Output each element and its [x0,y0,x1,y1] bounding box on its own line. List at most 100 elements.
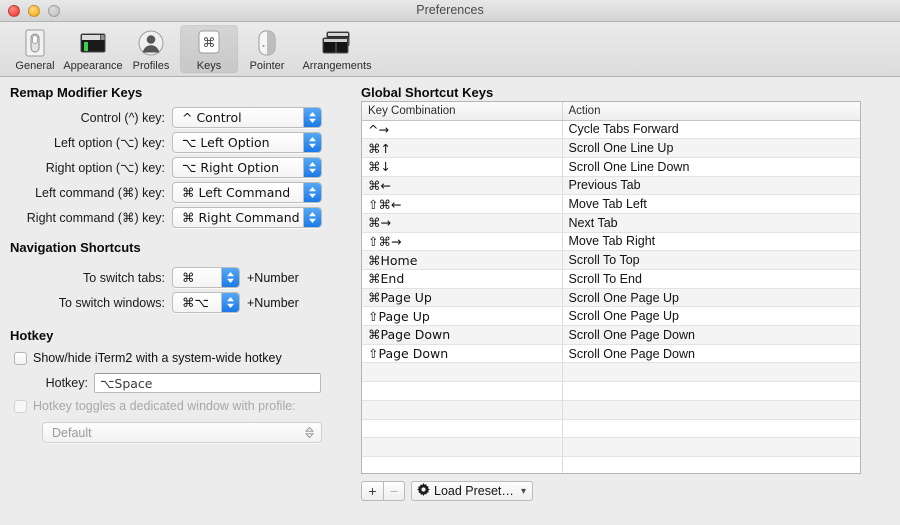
table-row[interactable]: ⌘↑Scroll One Line Up [362,139,860,158]
show-hide-hotkey-checkbox[interactable] [14,352,27,365]
table-row[interactable]: ⌘↓Scroll One Line Down [362,157,860,176]
switch-windows-label: To switch windows: [0,296,165,310]
chevron-updown-icon [221,293,239,312]
cell-key-combination: ⇧Page Down [362,344,562,363]
table-row[interactable]: ⌘HomeScroll To Top [362,251,860,270]
table-row[interactable]: ⌘Page DownScroll One Page Down [362,326,860,345]
table-row[interactable]: ⌘←Previous Tab [362,176,860,195]
switch-tabs-row: To switch tabs: ⌘ +Number [0,265,340,290]
load-preset-button[interactable]: Load Preset… ▾ [411,481,533,501]
cell-action [562,438,860,457]
column-header-key-combination[interactable]: Key Combination [362,102,562,120]
add-shortcut-button[interactable]: + [361,481,383,501]
toolbar-item-general[interactable]: General [6,25,64,73]
switch-tabs-popup[interactable]: ⌘ [172,267,240,288]
table-row[interactable]: ⇧Page UpScroll One Page Up [362,307,860,326]
hotkey-input[interactable]: ⌥Space [94,373,321,393]
toolbar-item-pointer[interactable]: Pointer [238,25,296,73]
right-option-key-popup[interactable]: ⌥ Right Option [172,157,322,178]
table-row[interactable]: ⌘EndScroll To End [362,270,860,289]
table-row[interactable]: ⇧Page DownScroll One Page Down [362,344,860,363]
cell-action: Scroll To Top [562,251,860,270]
right-command-key-label: Right command (⌘) key: [0,210,165,225]
cell-action: Scroll One Page Up [562,288,860,307]
table-row[interactable]: ⇧⌘→Move Tab Right [362,232,860,251]
cell-action: Move Tab Left [562,195,860,214]
general-icon [20,27,50,59]
toolbar-item-pointer-label: Pointer [250,60,285,72]
show-hide-hotkey-checkbox-row[interactable]: Show/hide iTerm2 with a system-wide hotk… [14,351,282,365]
cell-key-combination [362,438,562,457]
table-row[interactable]: ⌘Page UpScroll One Page Up [362,288,860,307]
cell-action: Scroll To End [562,270,860,289]
chevron-updown-icon [303,133,321,152]
table-row[interactable] [362,382,860,401]
right-command-key-popup[interactable]: ⌘ Right Command [172,207,322,228]
cell-action: Previous Tab [562,176,860,195]
toolbar-item-appearance-label: Appearance [63,60,122,72]
switch-windows-popup-value: ⌘⌥ [182,295,209,310]
navigation-shortcuts-title: Navigation Shortcuts [10,240,141,255]
hotkey-field-row: Hotkey: ⌥Space [0,373,340,393]
table-body: ^→Cycle Tabs Forward⌘↑Scroll One Line Up… [362,120,860,474]
cell-key-combination: ⌘→ [362,213,562,232]
hotkey-profile-popup[interactable]: Default [42,422,322,443]
remove-shortcut-button[interactable]: − [383,481,405,501]
cell-action [562,400,860,419]
switch-tabs-popup-value: ⌘ [182,270,195,285]
global-shortcut-keys-table[interactable]: Key Combination Action ^→Cycle Tabs Forw… [361,101,861,474]
table-row[interactable] [362,363,860,382]
chevron-updown-icon [303,158,321,177]
column-header-action[interactable]: Action [562,102,860,120]
cell-key-combination: ⌘↓ [362,157,562,176]
switch-tabs-label: To switch tabs: [0,271,165,285]
cell-key-combination: ⌘Page Up [362,288,562,307]
table-header-row: Key Combination Action [362,102,860,120]
cell-action [562,363,860,382]
cell-action: Scroll One Page Down [562,344,860,363]
switch-windows-suffix: +Number [247,296,299,310]
table-row[interactable]: ⇧⌘←Move Tab Left [362,195,860,214]
cell-action: Next Tab [562,213,860,232]
table-row[interactable]: ^→Cycle Tabs Forward [362,120,860,139]
toolbar-item-keys[interactable]: ⌘ Keys [180,25,238,73]
control-key-popup[interactable]: ^ Control [172,107,322,128]
hotkey-profile-popup-value: Default [52,426,92,440]
toolbar-item-appearance[interactable]: Appearance [64,25,122,73]
hotkey-title: Hotkey [10,328,53,343]
preferences-toolbar: General Appearance Profil [0,22,900,77]
left-command-key-popup[interactable]: ⌘ Left Command [172,182,322,203]
table-row[interactable] [362,438,860,457]
hotkey-input-value: ⌥Space [100,376,153,391]
left-option-key-popup[interactable]: ⌥ Left Option [172,132,322,153]
table-row[interactable] [362,419,860,438]
preferences-window: Preferences General [0,0,900,525]
control-key-label: Control (^) key: [0,111,165,125]
hotkey-toggles-window-checkbox-row[interactable]: Hotkey toggles a dedicated window with p… [14,399,296,413]
chevron-updown-icon [303,208,321,227]
toolbar-item-keys-label: Keys [197,60,221,72]
toolbar-item-profiles-label: Profiles [133,60,170,72]
right-command-key-row: Right command (⌘) key: ⌘ Right Command [0,205,340,230]
toolbar-item-profiles[interactable]: Profiles [122,25,180,73]
table-row[interactable]: ⌘→Next Tab [362,213,860,232]
arrangements-icon [321,27,353,59]
gear-icon [417,483,430,499]
keys-icon: ⌘ [194,27,224,59]
cell-key-combination: ⌘Home [362,251,562,270]
hotkey-toggles-window-checkbox[interactable] [14,400,27,413]
left-option-key-row: Left option (⌥) key: ⌥ Left Option [0,130,340,155]
cell-key-combination: ⌘← [362,176,562,195]
left-option-key-label: Left option (⌥) key: [0,135,165,150]
svg-text:⌘: ⌘ [203,36,216,51]
cell-key-combination: ⌘↑ [362,139,562,158]
cell-action: Scroll One Line Down [562,157,860,176]
table-row[interactable] [362,400,860,419]
table-row[interactable] [362,456,860,474]
toolbar-item-arrangements[interactable]: Arrangements [296,25,378,73]
cell-key-combination [362,400,562,419]
switch-windows-popup[interactable]: ⌘⌥ [172,292,240,313]
left-command-key-row: Left command (⌘) key: ⌘ Left Command [0,180,340,205]
load-preset-label: Load Preset… [434,484,514,498]
global-shortcut-keys-title: Global Shortcut Keys [361,85,493,100]
